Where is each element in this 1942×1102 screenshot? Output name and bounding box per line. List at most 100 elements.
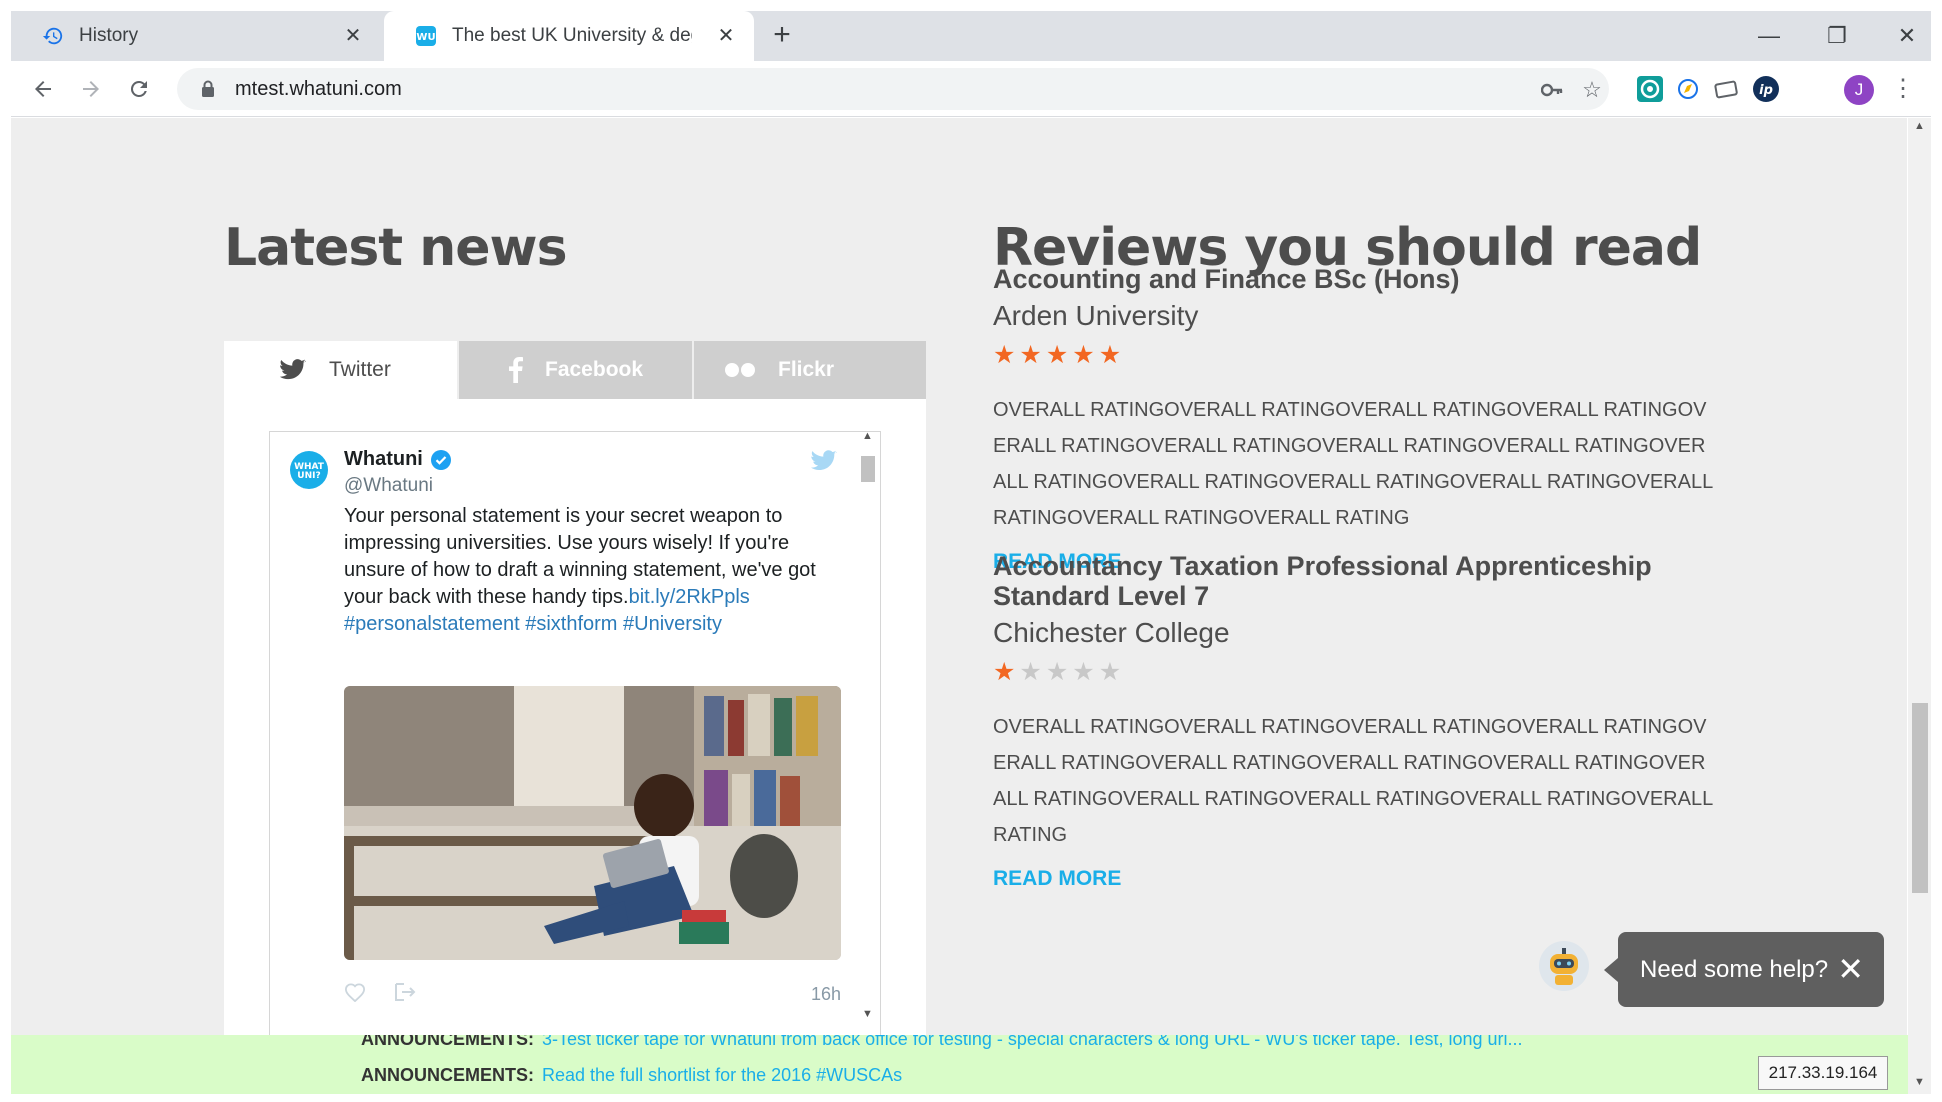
ticker-label: ANNOUNCEMENTS: xyxy=(361,1065,534,1085)
tweet-photo[interactable] xyxy=(344,686,841,960)
star-empty-icon: ★ xyxy=(1045,658,1069,686)
new-tab-button[interactable]: + xyxy=(766,20,798,52)
svg-text:WU: WU xyxy=(416,32,435,43)
star-empty-icon: ★ xyxy=(1098,658,1122,686)
review-star-rating: ★ ★ ★ ★ ★ xyxy=(993,657,1733,687)
tab-history[interactable]: History ✕ xyxy=(11,11,381,61)
svg-text:ip: ip xyxy=(1759,83,1773,98)
page-scrollbar[interactable]: ▲ ▼ xyxy=(1908,118,1931,1094)
browser-window: History ✕ WU The best UK University & de… xyxy=(0,0,1942,1102)
close-tab-icon[interactable]: ✕ xyxy=(341,24,365,48)
review-card: Accounting and Finance BSc (Hons) Arden … xyxy=(993,264,1733,574)
scroll-thumb[interactable] xyxy=(1912,703,1928,893)
scroll-thumb[interactable] xyxy=(861,456,875,482)
need-help-widget[interactable]: Need some help? ✕ xyxy=(1604,932,1884,1007)
tab-label: History xyxy=(79,25,139,46)
review-description: OVERALL RATINGOVERALL RATINGOVERALL RATI… xyxy=(993,716,1713,846)
twitter-icon xyxy=(279,359,307,381)
announcement-ticker: ANNOUNCEMENTS: 3-Test ticker tape for Wha… xyxy=(11,1035,1908,1094)
tab-flickr[interactable]: Flickr xyxy=(694,341,926,399)
star-empty-icon: ★ xyxy=(1019,658,1042,686)
tweet-text: Your personal statement is your secret w… xyxy=(344,503,824,638)
read-more-link[interactable]: READ MORE xyxy=(993,867,1733,891)
twitter-feed-panel: WHAT UNI? Whatuni @Whatuni Your personal … xyxy=(224,399,926,1094)
verified-icon xyxy=(430,449,451,470)
tab-twitter[interactable]: Twitter xyxy=(224,341,457,399)
ticker-row[interactable]: ANNOUNCEMENTS: 3-Test ticker tape for Wha… xyxy=(361,1035,1523,1050)
scroll-up-arrow[interactable]: ▲ xyxy=(1914,120,1925,132)
review-course-title[interactable]: Accounting and Finance BSc (Hons) xyxy=(993,264,1733,294)
tab-flickr-label: Flickr xyxy=(778,358,835,381)
facebook-icon xyxy=(509,357,523,383)
review-description: OVERALL RATINGOVERALL RATINGOVERALL RATI… xyxy=(993,399,1713,529)
lock-icon xyxy=(201,80,215,98)
close-window-button[interactable]: ✕ xyxy=(1887,19,1927,53)
tab-facebook-label: Facebook xyxy=(545,358,644,381)
bookmark-star-icon[interactable]: ☆ xyxy=(1579,77,1605,103)
key-icon[interactable] xyxy=(1539,77,1565,103)
tab-strip: History ✕ WU The best UK University & de… xyxy=(11,11,1931,61)
forward-button[interactable] xyxy=(75,73,107,105)
browser-toolbar: mtest.whatuni.com ☆ ip J ⋮ xyxy=(11,61,1931,117)
share-icon[interactable] xyxy=(394,982,416,1007)
review-card: Accountancy Taxation Professional Appren… xyxy=(993,551,1733,891)
reload-button[interactable] xyxy=(123,73,155,105)
tweet-actions: 16h xyxy=(344,980,841,1010)
close-help-icon[interactable]: ✕ xyxy=(1837,932,1864,1007)
address-bar[interactable]: mtest.whatuni.com ☆ xyxy=(177,68,1609,110)
back-button[interactable] xyxy=(27,73,59,105)
tab-whatuni[interactable]: WU The best UK University & degree ✕ xyxy=(384,11,754,61)
tab-label: The best UK University & degree xyxy=(452,25,692,46)
ticker-text[interactable]: Read the full shortlist for the 2016 #WU… xyxy=(542,1065,902,1085)
svg-text:UNI?: UNI? xyxy=(297,471,320,481)
tweet-author[interactable]: Whatuni xyxy=(344,448,451,471)
review-university[interactable]: Arden University xyxy=(993,300,1733,332)
chatbot-avatar-icon[interactable] xyxy=(1538,940,1590,992)
star-empty-icon: ★ xyxy=(1072,658,1095,686)
star-filled-icon: ★ xyxy=(1072,341,1095,369)
tweet-hashtags[interactable]: #personalstatement #sixthform #Universit… xyxy=(344,613,722,635)
minimize-button[interactable]: — xyxy=(1749,19,1789,53)
profile-avatar[interactable]: J xyxy=(1844,75,1874,105)
flickr-icon xyxy=(724,362,756,378)
tweet-handle[interactable]: @Whatuni xyxy=(344,475,433,497)
scroll-down-arrow[interactable]: ▼ xyxy=(862,1008,873,1020)
social-tabs: Twitter Facebook Flickr xyxy=(224,341,926,399)
whatuni-favicon: WU xyxy=(414,24,438,48)
help-label: Need some help? xyxy=(1640,956,1829,983)
like-icon[interactable] xyxy=(344,982,366,1007)
close-tab-icon[interactable]: ✕ xyxy=(714,24,738,48)
tab-twitter-label: Twitter xyxy=(329,358,391,381)
ticker-text[interactable]: 3-Test ticker tape for Whatuni from back… xyxy=(542,1035,1523,1049)
extension-compass-icon[interactable] xyxy=(1675,76,1701,102)
url-text: mtest.whatuni.com xyxy=(235,78,402,100)
ip-address-box: 217.33.19.164 xyxy=(1758,1056,1888,1090)
ticker-label: ANNOUNCEMENTS: xyxy=(361,1035,534,1049)
chrome-menu-icon[interactable]: ⋮ xyxy=(1891,74,1915,104)
history-icon xyxy=(41,24,65,48)
twitter-bird-icon[interactable] xyxy=(811,450,837,472)
tweet-card[interactable]: WHAT UNI? Whatuni @Whatuni Your personal … xyxy=(269,431,881,1037)
star-filled-icon: ★ xyxy=(1019,341,1042,369)
extension-card-icon[interactable] xyxy=(1713,76,1739,102)
review-university[interactable]: Chichester College xyxy=(993,617,1733,649)
review-star-rating: ★ ★ ★ ★ ★ xyxy=(993,340,1733,370)
star-filled-icon: ★ xyxy=(993,341,1016,369)
scroll-up-arrow[interactable]: ▲ xyxy=(862,430,873,442)
star-filled-icon: ★ xyxy=(1045,341,1069,369)
ticker-row[interactable]: ANNOUNCEMENTS: Read the full shortlist fo… xyxy=(361,1065,902,1086)
scroll-down-arrow[interactable]: ▼ xyxy=(1914,1076,1925,1088)
extension-grammar-icon[interactable] xyxy=(1637,76,1663,102)
tweet-feed-scrollbar[interactable]: ▲ ▼ xyxy=(860,430,876,1026)
tab-facebook[interactable]: Facebook xyxy=(459,341,692,399)
extension-ip-icon[interactable]: ip xyxy=(1753,76,1779,102)
restore-button[interactable]: ❐ xyxy=(1817,19,1857,53)
tweet-time[interactable]: 16h xyxy=(811,984,841,1005)
star-filled-icon: ★ xyxy=(1098,341,1122,369)
tweet-link[interactable]: bit.ly/2RkPpls xyxy=(629,586,750,608)
tweet-author-name: Whatuni xyxy=(344,448,423,470)
star-filled-icon: ★ xyxy=(993,658,1016,686)
review-course-title[interactable]: Accountancy Taxation Professional Appren… xyxy=(993,551,1733,611)
latest-news-heading: Latest news xyxy=(224,218,568,278)
whatuni-avatar[interactable]: WHAT UNI? xyxy=(288,450,330,492)
